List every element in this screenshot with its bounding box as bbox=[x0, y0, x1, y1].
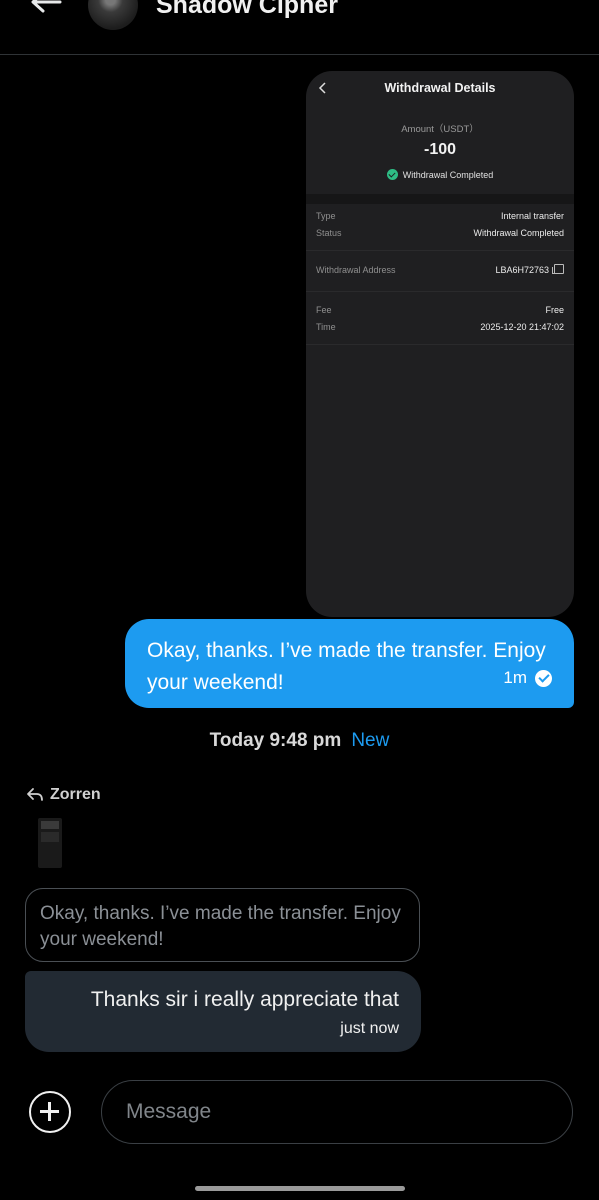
detail-key: Time bbox=[316, 322, 336, 332]
detail-value: Free bbox=[545, 305, 564, 315]
detail-row: Type Internal transfer bbox=[316, 208, 564, 225]
detail-key: Type bbox=[316, 211, 336, 221]
new-messages-divider: Today 9:48 pm New bbox=[0, 730, 599, 752]
quoted-image-thumbnail[interactable] bbox=[38, 818, 62, 868]
read-receipt-icon bbox=[535, 669, 552, 687]
amount-label: Amount（USDT） bbox=[401, 124, 479, 135]
amount-value: -100 bbox=[423, 141, 457, 158]
detail-key: Fee bbox=[316, 305, 332, 315]
divider-time: Today 9:48 pm bbox=[209, 730, 342, 751]
status-badge-text: Withdrawal Completed bbox=[402, 170, 494, 180]
quoted-message[interactable]: Okay, thanks. I’ve made the transfer. En… bbox=[25, 888, 420, 962]
message-input[interactable] bbox=[101, 1080, 573, 1144]
reply-icon bbox=[27, 788, 43, 801]
detail-row: Status Withdrawal Completed bbox=[316, 225, 564, 242]
message-text: Thanks sir i really appreciate that bbox=[90, 988, 399, 1011]
reply-header: Zorren bbox=[26, 786, 101, 804]
detail-value: LBA6H72763 bbox=[495, 265, 549, 275]
message-meta: 1m bbox=[503, 662, 552, 694]
copy-icon bbox=[552, 264, 564, 274]
detail-value: Internal transfer bbox=[500, 211, 564, 221]
screenshot-attachment[interactable]: Withdrawal Details Amount（USDT） -100 Wit… bbox=[306, 71, 574, 617]
contact-name[interactable]: Shadow Cipher bbox=[156, 0, 338, 20]
reply-to-name: Zorren bbox=[50, 786, 101, 803]
divider bbox=[306, 194, 574, 204]
avatar[interactable] bbox=[88, 0, 138, 30]
check-circle-icon bbox=[386, 169, 398, 180]
conversation-header: Shadow Cipher bbox=[0, 0, 599, 55]
withdrawal-title: Withdrawal Details bbox=[384, 81, 496, 95]
outgoing-message[interactable]: Okay, thanks. I’ve made the transfer. En… bbox=[125, 619, 574, 708]
message-time: 1m bbox=[503, 668, 527, 687]
message-time: just now bbox=[340, 1020, 399, 1037]
incoming-message[interactable]: Thanks sir i really appreciate that just… bbox=[25, 971, 421, 1052]
withdrawal-summary: Withdrawal Details Amount（USDT） -100 Wit… bbox=[306, 71, 574, 194]
back-arrow-icon[interactable] bbox=[28, 0, 64, 22]
detail-row: Fee Free bbox=[316, 302, 564, 319]
detail-value: Withdrawal Completed bbox=[473, 228, 564, 238]
detail-group-address: Withdrawal Address LBA6H72763 bbox=[306, 251, 574, 292]
detail-key: Withdrawal Address bbox=[316, 265, 396, 275]
status-badge: Withdrawal Completed bbox=[306, 169, 574, 180]
detail-value: 2025-12-20 21:47:02 bbox=[480, 322, 564, 332]
detail-group-fee: Fee Free Time 2025-12-20 21:47:02 bbox=[306, 292, 574, 345]
detail-key: Status bbox=[316, 228, 342, 238]
detail-row: Time 2025-12-20 21:47:02 bbox=[316, 319, 564, 336]
detail-row: Withdrawal Address LBA6H72763 bbox=[316, 262, 564, 279]
add-attachment-button[interactable] bbox=[29, 1091, 71, 1133]
detail-group-type: Type Internal transfer Status Withdrawal… bbox=[306, 204, 574, 251]
new-label: New bbox=[351, 730, 390, 751]
address-value-wrap: LBA6H72763 bbox=[495, 262, 564, 279]
home-indicator[interactable] bbox=[195, 1186, 405, 1191]
message-text: Okay, thanks. I’ve made the transfer. En… bbox=[147, 639, 546, 694]
